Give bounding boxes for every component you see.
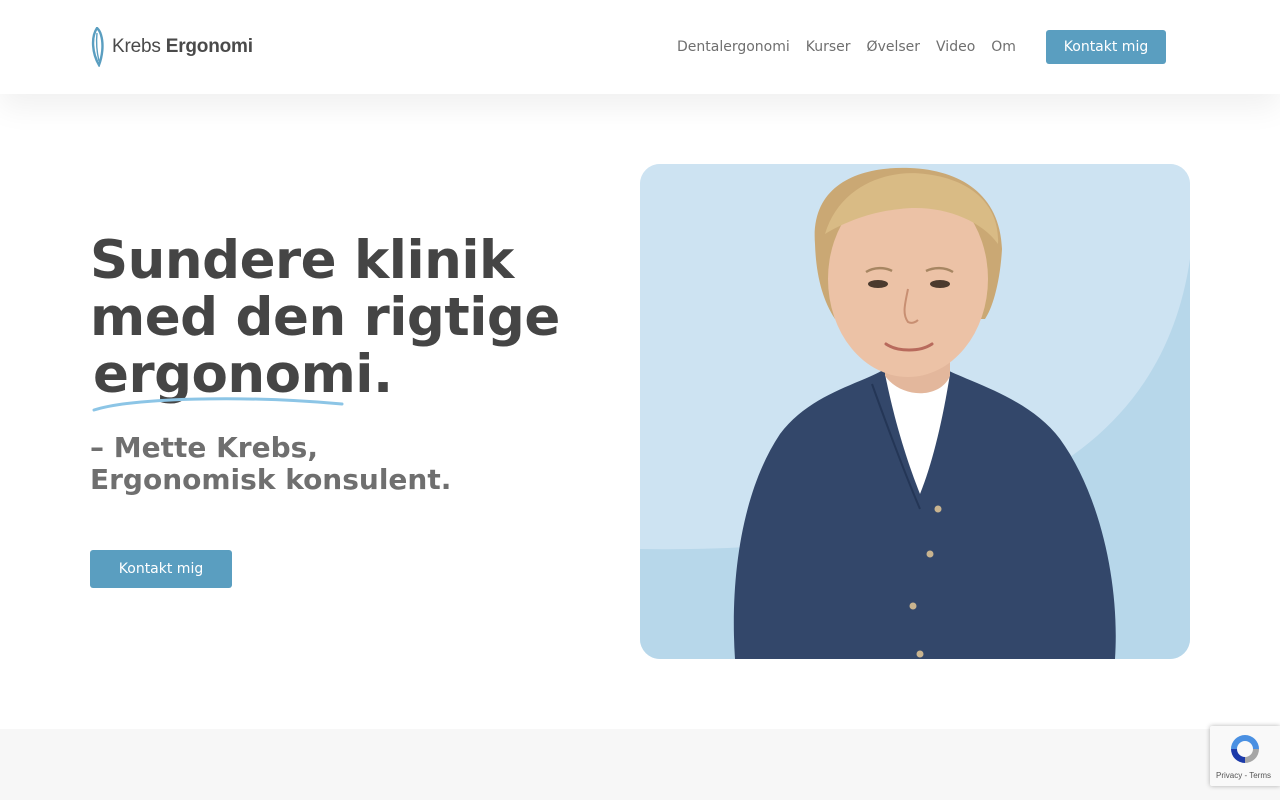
- recaptcha-badge[interactable]: Privacy - Terms: [1210, 726, 1280, 786]
- nav-item-dentalergonomi[interactable]: Dentalergonomi: [677, 38, 790, 56]
- hero-title-line-1: Sundere klinik: [90, 230, 514, 291]
- hero-contact-button[interactable]: Kontakt mig: [90, 550, 232, 588]
- logo-mark-icon: [91, 27, 104, 67]
- hero-title: Sundere klinik med den rigtige ergonomi.: [90, 232, 560, 403]
- main-nav: Dentalergonomi Kurser Øvelser Video Om: [677, 38, 1032, 56]
- nav-item-video[interactable]: Video: [936, 38, 975, 56]
- logo-text-regular: Krebs: [112, 36, 166, 57]
- logo-text: Krebs Ergonomi: [112, 36, 253, 58]
- hero-subtitle: – Mette Krebs, Ergonomisk konsulent.: [90, 431, 452, 496]
- hero-title-line-2: med den rigtige: [90, 287, 560, 348]
- recaptcha-icon: [1231, 735, 1259, 763]
- next-section-band: [0, 729, 1280, 800]
- logo[interactable]: Krebs Ergonomi: [90, 27, 253, 67]
- logo-text-bold: Ergonomi: [165, 36, 253, 57]
- site-header: Krebs Ergonomi Dentalergonomi Kurser Øve…: [0, 0, 1280, 94]
- recaptcha-privacy-link[interactable]: Privacy: [1216, 771, 1242, 780]
- nav-item-ovelser[interactable]: Øvelser: [867, 38, 920, 56]
- nav-item-kurser[interactable]: Kurser: [806, 38, 851, 56]
- portrait-image: [640, 164, 1190, 659]
- highlight-underline: [92, 397, 344, 412]
- recaptcha-terms-link[interactable]: Terms: [1249, 771, 1271, 780]
- hero-photo: [640, 164, 1190, 659]
- header-contact-button[interactable]: Kontakt mig: [1046, 30, 1166, 64]
- recaptcha-links: Privacy - Terms: [1216, 771, 1271, 780]
- nav-item-om[interactable]: Om: [991, 38, 1016, 56]
